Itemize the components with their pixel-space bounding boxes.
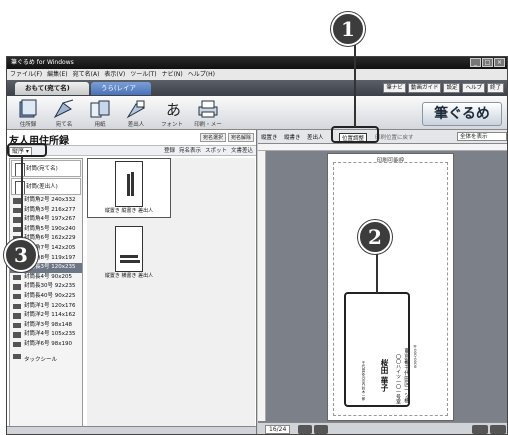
- callout-1: 1: [331, 12, 365, 46]
- view-select-value: 全体を表示: [460, 134, 488, 140]
- tool-paper[interactable]: 用紙: [85, 98, 115, 128]
- left-status-bar: [7, 426, 256, 434]
- minimize-button[interactable]: _: [470, 58, 481, 67]
- vertical-ruler: [258, 151, 266, 421]
- menu-view[interactable]: 表示(V): [104, 69, 125, 80]
- envelope-thumb: [115, 161, 143, 207]
- tool-label: 住所録: [19, 122, 37, 128]
- tool-address-book[interactable]: 住所録: [13, 98, 43, 128]
- title-bar: 筆ぐるめ for Windows _ □ ×: [7, 57, 507, 69]
- address-book-pane: 友人用住所録 宛名選択 宛名解除 縦序 ▾ 登録 宛名表示 スポット 文書差込 …: [7, 130, 257, 434]
- recipient-view-option[interactable]: 宛名表示: [179, 147, 201, 156]
- doc-insert-option[interactable]: 文書差込: [231, 147, 253, 156]
- page-indicator: 16/24: [265, 425, 291, 434]
- layout-thumb[interactable]: 縦置き 縦書き 差出人: [87, 158, 171, 218]
- menu-navi[interactable]: ナビ(N): [162, 69, 183, 80]
- zoom-out-button[interactable]: [472, 425, 488, 434]
- tab-vertical[interactable]: 縦書き: [284, 133, 301, 141]
- settings-button[interactable]: 設定: [443, 83, 461, 93]
- fude-navi-button[interactable]: 筆ナビ: [383, 83, 406, 93]
- thumb-caption: 縦置き 横書き 差出人: [104, 273, 154, 279]
- tab-ura[interactable]: うら(レイアウト)へ切替: [91, 82, 151, 105]
- callout-3-line: [21, 156, 23, 240]
- envelope-list-item[interactable]: 封筒洋4号 105x235: [10, 330, 82, 340]
- envelope-list-item[interactable]: 封筒洋3号 98x148: [10, 321, 82, 331]
- layout-thumb[interactable]: 縦置き 横書き 差出人: [87, 224, 171, 284]
- address-book-icon: [19, 99, 37, 118]
- position-adjust-highlight: [331, 126, 379, 143]
- next-page-button[interactable]: [314, 425, 328, 434]
- preview-status-bar: 16/24: [258, 422, 507, 434]
- mode-tab-row: おもて(宛て名) うら(レイアウト)へ切替 筆ナビ 動画ガイド 設定 ヘルプ 終…: [7, 80, 507, 105]
- clear-recipient-button[interactable]: 宛名解除: [227, 133, 254, 142]
- envelope-list-item[interactable]: 封筒長40号 90x225: [10, 292, 82, 302]
- prev-page-button[interactable]: [298, 425, 312, 434]
- tool-recipient[interactable]: 宛て名: [49, 98, 79, 128]
- tool-sender[interactable]: 差出人: [121, 98, 151, 128]
- video-guide-button[interactable]: 動画ガイド: [407, 83, 442, 93]
- tab-omote[interactable]: おもて(宛て名): [15, 82, 89, 95]
- sort-dropdown-highlight: [7, 143, 47, 157]
- tool-label: 差出人: [127, 122, 145, 128]
- main-toolbar: 住所録 宛て名 用紙 差出人 あ フォント 印刷・メール 筆ぐるめ: [7, 96, 507, 136]
- help-button[interactable]: ヘルプ: [462, 83, 485, 93]
- envelope-list-item[interactable]: タックシール: [10, 352, 82, 368]
- maximize-button[interactable]: □: [482, 58, 493, 67]
- address-block-highlight: [344, 292, 410, 407]
- preview-tabs: 縦置き 縦書き 差出人 位置調整 印刷位置に戻す 全体を表示: [258, 130, 507, 144]
- select-recipient-button[interactable]: 宛名選択: [199, 133, 226, 142]
- menu-bar: ファイル(F) 編集(E) 宛て名(A) 表示(V) ツール(T) ナビ(N) …: [7, 69, 507, 80]
- reset-position-button[interactable]: 印刷位置に戻す: [375, 133, 414, 141]
- recipient-icon: [53, 99, 74, 119]
- horizontal-ruler: [258, 144, 507, 151]
- tab-sender[interactable]: 差出人: [307, 133, 324, 141]
- tool-label: 用紙: [94, 122, 106, 128]
- close-button[interactable]: ×: [494, 58, 505, 67]
- envelope-list-item[interactable]: 封筒洋6号 98x190: [10, 340, 82, 350]
- register-option[interactable]: 登録: [164, 147, 175, 156]
- tool-font[interactable]: あ フォント: [157, 98, 187, 128]
- envelope-list-item[interactable]: 封筒洋2号 114x162: [10, 311, 82, 321]
- callout-1-line: [354, 38, 356, 127]
- font-icon: あ: [166, 101, 181, 119]
- print-mail-icon: [198, 100, 218, 118]
- menu-recipient[interactable]: 宛て名(A): [73, 69, 100, 80]
- tab-portrait[interactable]: 縦置き: [261, 133, 278, 141]
- callout-2-line: [376, 250, 378, 293]
- callout-3: 3: [4, 238, 38, 272]
- spot-option[interactable]: スポット: [205, 147, 227, 156]
- tool-print-mail[interactable]: 印刷・メール: [193, 98, 223, 136]
- exit-button[interactable]: 終了: [486, 83, 504, 93]
- paper-icon: [90, 100, 110, 118]
- envelope-thumb: [115, 226, 143, 272]
- app-window: 筆ぐるめ for Windows _ □ × ファイル(F) 編集(E) 宛て名…: [6, 56, 508, 435]
- tool-label: 宛て名: [55, 122, 73, 128]
- zoom-in-button[interactable]: [490, 425, 506, 434]
- svg-text:あ: あ: [166, 101, 181, 119]
- envelope-list-item[interactable]: 封筒長30号 92x235: [10, 282, 82, 292]
- menu-tools[interactable]: ツール(T): [130, 69, 156, 80]
- callout-2: 2: [358, 220, 392, 254]
- menu-edit[interactable]: 編集(E): [47, 69, 67, 80]
- menu-help[interactable]: ヘルプ(H): [188, 69, 215, 80]
- layout-thumbnails: 縦置き 縦書き 差出人 縦置き 横書き 差出人: [87, 158, 255, 432]
- tool-label: フォント: [160, 122, 183, 128]
- app-logo: 筆ぐるめ: [422, 102, 502, 126]
- envelope-list-item[interactable]: 封筒洋1号 120x176: [10, 302, 82, 312]
- menu-file[interactable]: ファイル(F): [10, 69, 42, 80]
- thumb-caption: 縦置き 縦書き 差出人: [104, 208, 154, 214]
- window-title: 筆ぐるめ for Windows: [11, 59, 74, 66]
- postal-code: 〒000-0000: [413, 345, 418, 369]
- sender-icon: [126, 100, 146, 119]
- view-select[interactable]: 全体を表示: [457, 132, 507, 141]
- envelope-list-item[interactable]: 封筒長4号 90x205: [10, 273, 82, 283]
